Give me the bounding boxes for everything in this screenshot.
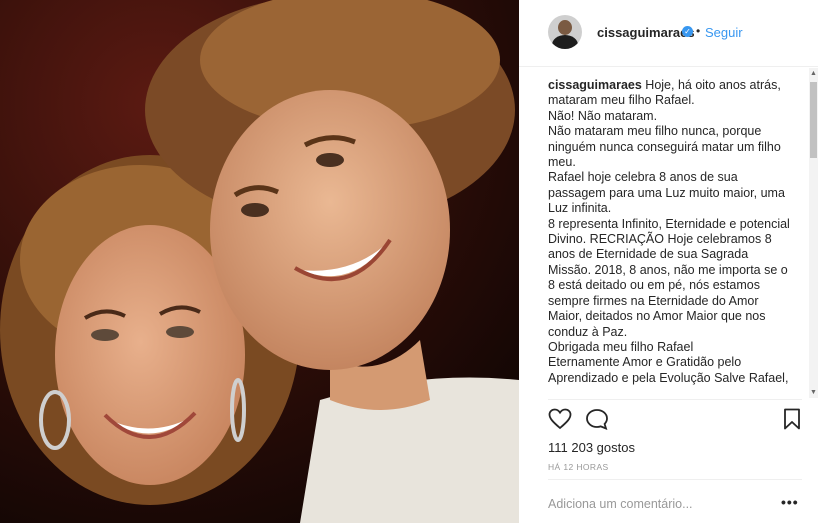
caption-line-0: cissaguimaraes Hoje, há oito anos atrás,… [548,78,791,109]
scroll-up-icon[interactable]: ▲ [810,70,817,77]
divider [548,479,802,480]
post-time[interactable]: HÁ 12 HORAS [548,462,609,472]
divider [548,399,802,400]
caption-line-6: Eternamente Amor e Gratidão pelo Aprendi… [548,355,789,385]
scroll-down-icon[interactable]: ▼ [810,389,817,396]
avatar-body [552,35,578,49]
caption: cissaguimaraes Hoje, há oito anos atrás,… [548,78,791,396]
caption-line-5: Obrigada meu filho Rafael [548,339,694,354]
post-side-panel: cissaguimaraes ✓ • Seguir cissaguimaraes… [519,0,818,523]
header-dot: • [696,24,701,38]
photo-image [0,0,519,523]
post-header: cissaguimaraes ✓ • Seguir [519,0,818,67]
likes-count[interactable]: 111 203 gostos [548,440,635,455]
follow-button[interactable]: Seguir [705,25,743,40]
bookmark-icon[interactable] [782,408,802,430]
username-link[interactable]: cissaguimaraes [597,25,695,40]
caption-line-1: Não! Não mataram. [548,108,658,123]
caption-username[interactable]: cissaguimaraes [548,78,642,92]
more-options-button[interactable]: ••• [781,494,799,510]
comment-input[interactable]: Adiciona um comentário... [548,497,693,511]
caption-scrollbar[interactable]: ▲ ▼ [809,68,818,398]
post-photo [0,0,519,523]
heart-outline-icon[interactable] [548,408,572,430]
action-bar [548,408,802,434]
avatar[interactable] [548,15,582,49]
caption-line-3: Rafael hoje celebra 8 anos de sua passag… [548,170,785,216]
verified-badge-icon: ✓ [682,26,693,37]
scrollbar-thumb[interactable] [810,82,817,158]
comment-bubble-icon[interactable] [585,408,609,430]
caption-line-2: Não mataram meu filho nunca, porque ning… [548,124,781,170]
caption-line-4: 8 representa Infinito, Eternidade e pote… [548,216,790,339]
avatar-head [558,20,572,35]
